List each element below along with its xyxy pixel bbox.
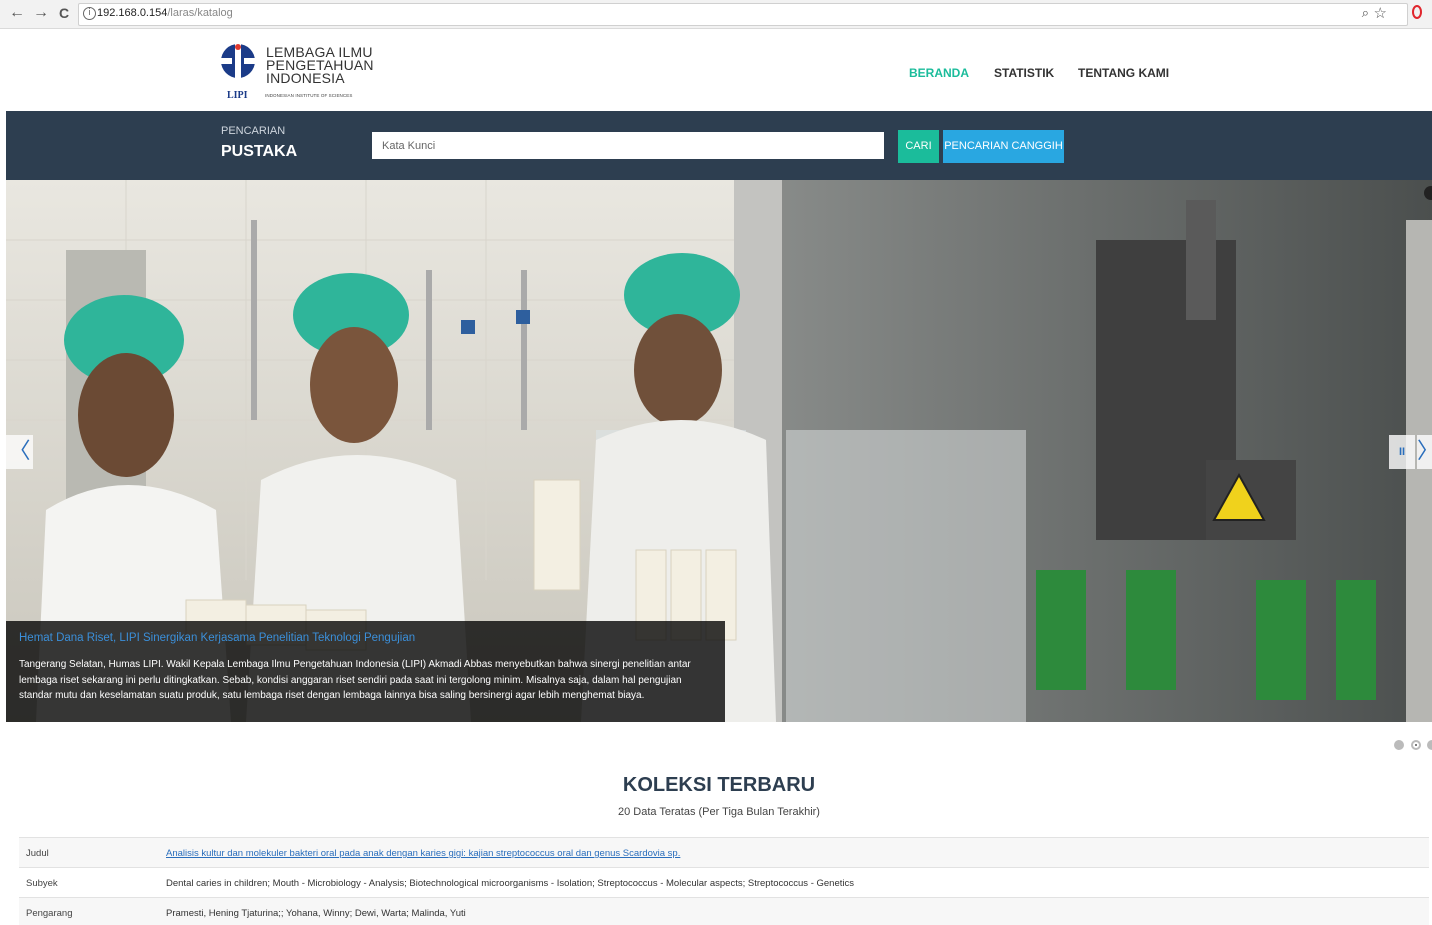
page: LIPI LEMBAGA ILMU PENGETAHUAN INDONESIA … — [6, 29, 1432, 925]
logo-text[interactable]: LEMBAGA ILMU PENGETAHUAN INDONESIA — [266, 45, 374, 86]
nav-beranda[interactable]: BERANDA — [909, 66, 969, 80]
search-section-title: PUSTAKA — [221, 143, 298, 160]
url-path: /laras/katalog — [167, 7, 233, 19]
slider-dot-3[interactable] — [1427, 740, 1432, 750]
hero-slider: 〈 II 〉 Hemat Dana Riset, LIPI Sinergikan… — [6, 180, 1432, 722]
reload-button[interactable]: C — [55, 4, 73, 22]
slider-prev-button[interactable]: 〈 — [6, 435, 33, 469]
nav-statistik[interactable]: STATISTIK — [994, 66, 1054, 80]
url-text: 192.168.0.154/laras/katalog — [97, 7, 233, 19]
slider-dot-1[interactable] — [1394, 740, 1404, 750]
zoom-icon[interactable]: ⌕ — [1362, 5, 1369, 21]
row-key: Pengarang — [26, 908, 73, 919]
search-button[interactable]: CARI — [898, 130, 939, 163]
url-host: 192.168.0.154 — [97, 7, 168, 19]
logo-abbreviation: LIPI — [227, 90, 248, 101]
address-bar[interactable]: i 192.168.0.154/laras/katalog ⌕ ☆ — [78, 3, 1408, 26]
browser-toolbar: ← → C i 192.168.0.154/laras/katalog ⌕ ☆ — [0, 0, 1432, 29]
search-input[interactable] — [372, 132, 884, 159]
row-key: Subyek — [26, 878, 58, 889]
row-key: Judul — [26, 848, 49, 859]
logo-line-3: INDONESIA — [266, 70, 345, 86]
table-row: Subyek Dental caries in children; Mouth … — [19, 867, 1429, 898]
search-bar: PENCARIAN PUSTAKA CARI PENCARIAN CANGGIH — [6, 111, 1432, 180]
slider-next-button[interactable]: 〉 — [1417, 435, 1432, 469]
slide-body: Tangerang Selatan, Humas LIPI. Wakil Kep… — [19, 659, 691, 701]
slide-caption: Hemat Dana Riset, LIPI Sinergikan Kerjas… — [6, 621, 725, 722]
close-icon[interactable] — [1424, 186, 1432, 200]
title-link[interactable]: Analisis kultur dan molekuler bakteri or… — [166, 848, 680, 859]
slide-title-link[interactable]: Hemat Dana Riset, LIPI Sinergikan Kerjas… — [19, 632, 415, 644]
forward-button[interactable]: → — [32, 4, 50, 22]
logo-subtitle: INDONESIAN INSTITUTE OF SCIENCES — [265, 93, 353, 98]
back-button[interactable]: ← — [8, 4, 26, 22]
bookmark-star-icon[interactable]: ☆ — [1374, 4, 1387, 22]
row-value: Pramesti, Hening Tjaturina;; Yohana, Win… — [166, 908, 466, 919]
slider-dot-2[interactable] — [1411, 740, 1421, 750]
lipi-logo-icon[interactable] — [220, 43, 256, 87]
collection-subtitle: 20 Data Teratas (Per Tiga Bulan Terakhir… — [618, 806, 820, 818]
table-row: Pengarang Pramesti, Hening Tjaturina;; Y… — [19, 897, 1429, 925]
row-value: Dental caries in children; Mouth - Micro… — [166, 878, 854, 889]
info-icon[interactable]: i — [83, 7, 96, 20]
nav-tentang-kami[interactable]: TENTANG KAMI — [1078, 66, 1169, 80]
advanced-search-button[interactable]: PENCARIAN CANGGIH — [943, 130, 1064, 163]
slider-pause-button[interactable]: II — [1389, 435, 1415, 469]
opera-icon[interactable] — [1412, 5, 1422, 19]
site-header: LIPI LEMBAGA ILMU PENGETAHUAN INDONESIA … — [6, 29, 1432, 111]
table-row: Judul Analisis kultur dan molekuler bakt… — [19, 837, 1429, 868]
search-section-label: PENCARIAN — [221, 125, 286, 137]
collection-title: KOLEKSI TERBARU — [622, 774, 816, 796]
